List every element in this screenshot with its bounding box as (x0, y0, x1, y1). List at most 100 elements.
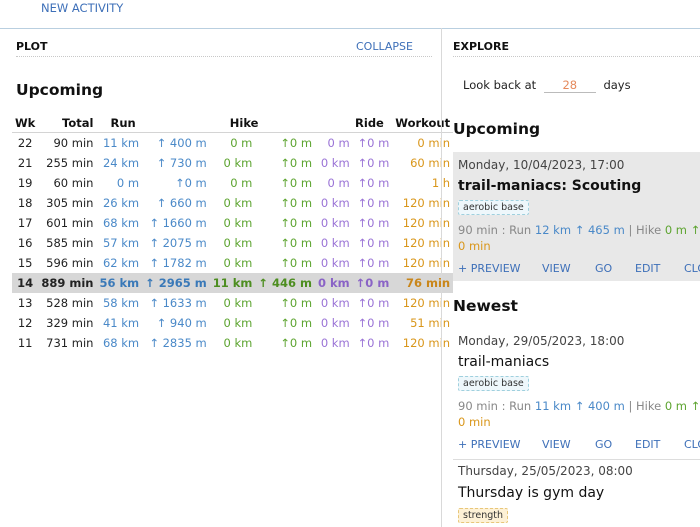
cell-ride-e: ↑0 m (357, 236, 390, 250)
cell-run-d: 24 km (102, 156, 140, 170)
cell-hike-e: ↑0 m (280, 216, 313, 230)
cell-total: 305 min (46, 196, 94, 210)
cell-hike-d: 0 km (223, 316, 253, 330)
cell-run-e: ↑ 400 m (156, 136, 207, 150)
activity-date: Monday, 29/05/2023, 18:00 (458, 334, 625, 348)
cell-run-d: 57 km (102, 236, 140, 250)
cell-total: 60 min (53, 176, 94, 190)
preview-button[interactable]: + PREVIEW (458, 438, 521, 451)
cell-run-d: 58 km (102, 296, 140, 310)
preview-button[interactable]: + PREVIEW (458, 262, 521, 275)
upcoming-activity-card[interactable]: Monday, 10/04/2023, 17:00 trail-maniacs:… (453, 152, 700, 281)
workout-duration: 0 min (458, 239, 491, 253)
go-button[interactable]: GO (595, 262, 612, 275)
divider (453, 56, 700, 57)
cell-wk: 15 (17, 256, 33, 270)
cell-hike-d: 0 km (223, 216, 253, 230)
newest-heading: Newest (453, 297, 518, 315)
cell-wk: 21 (17, 156, 33, 170)
lookback-days-input[interactable] (543, 78, 596, 93)
upcoming-heading: Upcoming (16, 81, 104, 99)
table-row: 12 329 min 41 km ↑ 940 m0 km ↑0 m0 km ↑0 m 51 … (12, 313, 453, 333)
edit-button[interactable]: EDIT (635, 262, 660, 275)
table-row: 11 731 min 68 km ↑ 2835 m0 km ↑0 m0 km ↑0 m 12… (12, 333, 453, 353)
table-row: 15 596 min 62 km ↑ 1782 m0 km ↑0 m0 km ↑0 m 12… (12, 253, 453, 273)
cell-ride-e: ↑0 m (355, 276, 390, 290)
view-button[interactable]: VIEW (542, 262, 571, 275)
cell-hike-e: ↑0 m (280, 196, 313, 210)
cell-total: 90 min (53, 136, 94, 150)
cell-total: 889 min (41, 276, 94, 290)
collapse-link[interactable]: COLLAPSE (356, 40, 413, 53)
cell-total: 585 min (46, 236, 94, 250)
weekly-summary-table: Wk Total Run Hike Ride Workout 22 90 min 1… (12, 114, 454, 353)
cell-total: 601 min (46, 216, 94, 230)
clone-button[interactable]: CLO (684, 438, 700, 451)
cell-wk: 14 (17, 276, 34, 290)
table-row: 13 528 min 58 km ↑ 1633 m0 km ↑0 m0 km ↑0 m 12… (12, 293, 453, 313)
cell-run-e: ↑ 940 m (156, 316, 207, 330)
cell-hike-d: 0 km (223, 196, 253, 210)
cell-run-e: ↑ 730 m (156, 156, 207, 170)
activity-title[interactable]: Thursday is gym day (458, 485, 604, 501)
stats-mid: | Hike (624, 399, 665, 413)
cell-run-d: 26 km (102, 196, 140, 210)
newest-activity-card[interactable]: Monday, 29/05/2023, 18:00 trail-maniacs … (453, 328, 700, 458)
clone-button[interactable]: CLO (684, 262, 700, 275)
cell-run-e: ↑ 2075 m (149, 236, 207, 250)
cell-ride-e: ↑0 m (357, 176, 390, 190)
cell-hike-e: ↑0 m (280, 136, 313, 150)
hike-elevation: ↑ 0 m (690, 223, 700, 237)
cell-ride-e: ↑0 m (357, 316, 390, 330)
panel-divider (441, 28, 442, 527)
cell-hike-e: ↑0 m (280, 236, 313, 250)
cell-hike-e: ↑0 m (280, 336, 313, 350)
activity-tag: aerobic base (458, 376, 529, 391)
lookback-suffix: days (603, 78, 631, 92)
top-bar: NEW ACTIVITY (0, 0, 700, 29)
view-button[interactable]: VIEW (542, 438, 571, 451)
cell-run-d: 41 km (102, 316, 140, 330)
activity-tag: strength (458, 508, 509, 523)
hike-distance: 0 m (664, 223, 687, 237)
cell-run-d: 56 km (99, 276, 140, 290)
explore-panel: EXPLORE Look back at days Upcoming Monda… (443, 28, 700, 527)
cell-ride-e: ↑0 m (357, 256, 390, 270)
table-row: 21 255 min 24 km ↑ 730 m0 km ↑0 m0 km ↑0 m 60 … (12, 153, 453, 173)
cell-run-e: ↑0 m (174, 176, 207, 190)
cell-ride-e: ↑0 m (357, 296, 390, 310)
cell-wk: 18 (17, 196, 33, 210)
explore-header: EXPLORE (453, 40, 510, 53)
third-activity-card[interactable]: Thursday, 25/05/2023, 08:00 Thursday is … (453, 460, 700, 527)
cell-ride-d: 0 km (320, 196, 350, 210)
cell-hike-e: ↑0 m (280, 176, 313, 190)
cell-run-d: 68 km (102, 216, 140, 230)
table-row: 16 585 min 57 km ↑ 2075 m0 km ↑0 m0 km ↑0 m 12… (12, 233, 453, 253)
col-run-elev (142, 114, 210, 133)
col-total: Total (62, 116, 94, 130)
go-button[interactable]: GO (595, 438, 612, 451)
cell-ride-e: ↑0 m (357, 336, 390, 350)
cell-run-d: 62 km (102, 256, 140, 270)
new-activity-link[interactable]: NEW ACTIVITY (41, 1, 123, 15)
activity-title[interactable]: trail-maniacs: Scouting (458, 178, 641, 194)
cell-wk: 12 (17, 316, 33, 330)
cell-ride-d: 0 km (320, 336, 350, 350)
cell-wk: 13 (17, 296, 33, 310)
table-row: 14 889 min 56 km ↑ 2965 m 11 km ↑ 446 m 0 km ↑0… (12, 273, 454, 293)
activity-date: Monday, 10/04/2023, 17:00 (458, 158, 625, 172)
cell-hike-e: ↑0 m (280, 156, 313, 170)
activity-stats: 90 min : Run 12 km ↑ 465 m | Hike 0 m ↑ … (458, 223, 700, 237)
edit-button[interactable]: EDIT (635, 438, 660, 451)
stats-prefix: 90 min : Run (458, 399, 535, 413)
activity-title[interactable]: trail-maniacs (458, 354, 549, 370)
table-row: 19 60 min 0 m ↑0 m0 m ↑0 m0 m ↑0 m1 h (12, 173, 453, 193)
activity-tag: aerobic base (458, 200, 529, 215)
table-row: 18 305 min 26 km ↑ 660 m0 km ↑0 m0 km ↑0 m 120… (12, 193, 453, 213)
lookback-control: Look back at days (463, 78, 631, 93)
cell-run-e: ↑ 1782 m (149, 256, 207, 270)
cell-run-d: 68 km (102, 336, 140, 350)
cell-total: 528 min (46, 296, 94, 310)
stats-mid: | Hike (624, 223, 665, 237)
run-elevation: ↑ 400 m (574, 399, 625, 413)
